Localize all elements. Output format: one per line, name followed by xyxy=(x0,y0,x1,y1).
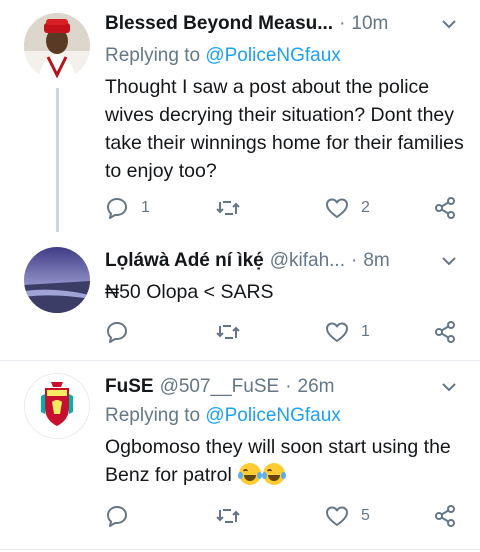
retweet-button[interactable] xyxy=(215,320,253,344)
timestamp[interactable]: 26m xyxy=(298,376,335,398)
separator-dot: · xyxy=(285,376,292,397)
like-count: 1 xyxy=(361,323,370,340)
tweet-header: Lọláwà Adé ní ìkẹ́ @kifah... · 8m xyxy=(105,246,464,276)
retweet-button[interactable] xyxy=(215,504,253,528)
avatar[interactable] xyxy=(24,373,90,439)
heart-icon xyxy=(326,322,348,342)
face-with-tears-of-joy-icon xyxy=(238,463,263,485)
avatar[interactable] xyxy=(24,247,90,313)
timestamp[interactable]: 10m xyxy=(351,13,388,35)
replying-to: Replying to @PoliceNGfaux xyxy=(105,405,341,427)
reply-icon xyxy=(107,506,127,527)
tweet-text: Ogbomoso they will soon start using the … xyxy=(105,433,465,489)
action-bar: 5 xyxy=(105,504,460,528)
share-icon xyxy=(435,321,455,343)
like-button[interactable]: 2 xyxy=(325,196,370,220)
mention-link[interactable]: @PoliceNGfaux xyxy=(205,405,340,426)
tweet-1[interactable]: Blessed Beyond Measu... · 10m Replying t… xyxy=(0,0,480,235)
reply-button[interactable] xyxy=(105,320,141,344)
timestamp[interactable]: 8m xyxy=(363,250,389,272)
display-name[interactable]: Lọláwà Adé ní ìkẹ́ xyxy=(105,250,264,272)
tweet-header: FuSE @507__FuSE · 26m xyxy=(105,372,464,402)
replying-to-label: Replying to xyxy=(105,405,206,426)
separator-dot: · xyxy=(339,13,346,34)
face-with-tears-of-joy-icon xyxy=(262,463,287,485)
share-icon xyxy=(435,197,455,219)
heart-icon xyxy=(326,506,348,526)
chevron-down-icon[interactable] xyxy=(440,15,458,33)
tweet-3[interactable]: FuSE @507__FuSE · 26m Replying to @Polic… xyxy=(0,361,480,552)
retweet-button[interactable] xyxy=(215,196,253,220)
liverpool-crest-avatar-icon xyxy=(25,374,89,438)
display-name[interactable]: FuSE xyxy=(105,376,154,398)
chevron-down-icon[interactable] xyxy=(440,252,458,270)
share-button[interactable] xyxy=(433,196,457,220)
share-button[interactable] xyxy=(433,320,457,344)
retweet-icon xyxy=(216,325,240,339)
reply-button[interactable]: 1 xyxy=(105,196,150,220)
thread-line xyxy=(56,88,59,232)
man-in-red-cap-avatar-icon xyxy=(24,13,90,79)
reply-button[interactable] xyxy=(105,504,141,528)
share-icon xyxy=(435,505,455,527)
reply-icon xyxy=(107,322,127,343)
retweet-icon xyxy=(216,201,240,215)
tweet-2[interactable]: Lọláwà Adé ní ìkẹ́ @kifah... · 8m ₦50 Ol… xyxy=(0,235,480,360)
replying-to-label: Replying to xyxy=(105,45,206,66)
tweet-text: ₦50 Olopa < SARS xyxy=(105,281,274,303)
retweet-icon xyxy=(216,509,240,523)
tweet-header: Blessed Beyond Measu... · 10m xyxy=(105,9,464,39)
separator-dot: · xyxy=(351,250,358,271)
like-count: 2 xyxy=(361,199,370,216)
replying-to: Replying to @PoliceNGfaux xyxy=(105,45,341,67)
user-handle[interactable]: @507__FuSE xyxy=(160,376,280,398)
action-bar: 1 2 xyxy=(105,196,460,220)
display-name[interactable]: Blessed Beyond Measu... xyxy=(105,13,333,35)
like-count: 5 xyxy=(361,507,370,524)
action-bar: 1 xyxy=(105,320,460,344)
purple-sky-landscape-avatar-icon xyxy=(24,247,90,313)
share-button[interactable] xyxy=(433,504,457,528)
like-button[interactable]: 5 xyxy=(325,504,370,528)
reply-icon xyxy=(107,198,127,219)
mention-link[interactable]: @PoliceNGfaux xyxy=(205,45,340,66)
divider xyxy=(0,549,480,550)
tweet-text: Thought I saw a post about the police wi… xyxy=(105,76,464,182)
like-button[interactable]: 1 xyxy=(325,320,370,344)
user-handle[interactable]: @kifah... xyxy=(270,250,345,272)
reply-count: 1 xyxy=(141,199,150,216)
avatar[interactable] xyxy=(24,13,90,79)
chevron-down-icon[interactable] xyxy=(440,378,458,396)
heart-icon xyxy=(326,198,348,218)
